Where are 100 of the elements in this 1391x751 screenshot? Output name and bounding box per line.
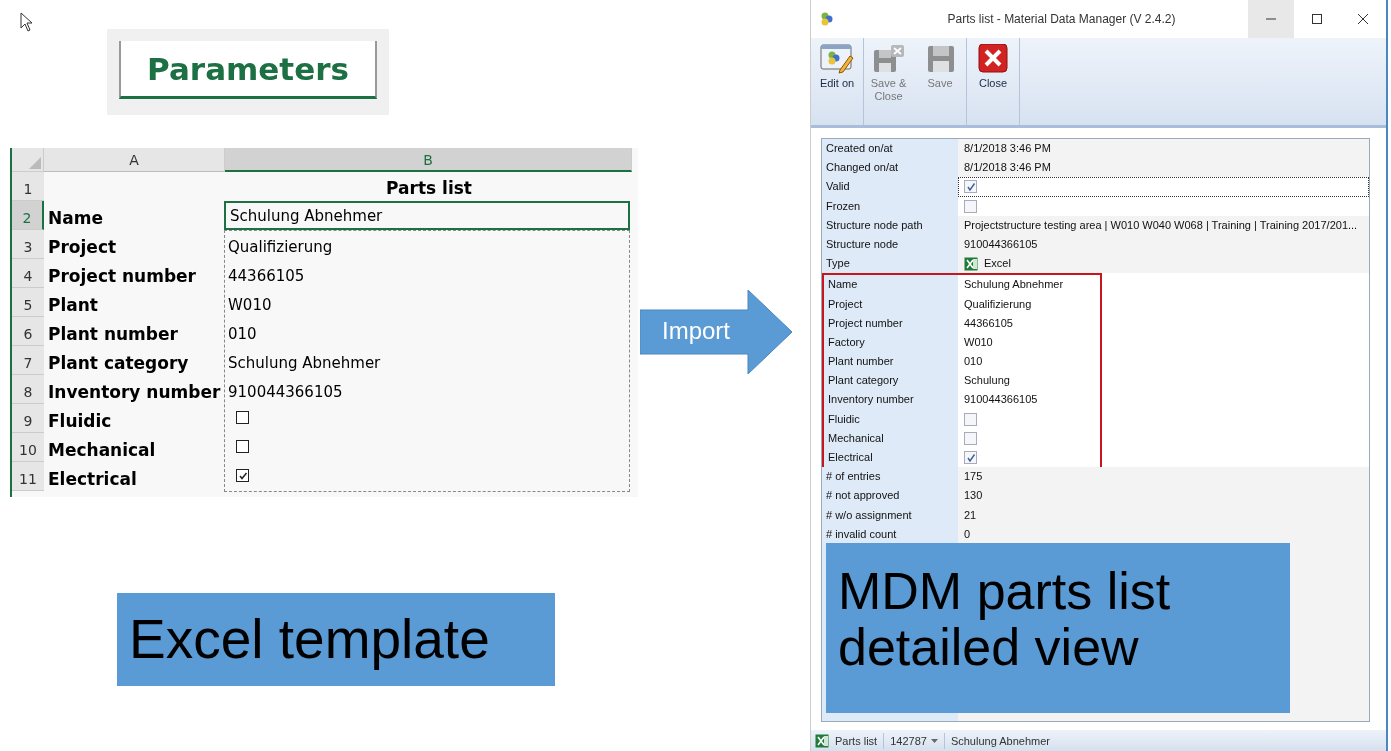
row-number[interactable]: 6 — [12, 317, 44, 346]
property-value: Qualifizierung — [964, 296, 1032, 312]
checkbox[interactable] — [964, 431, 977, 445]
cell-value: W010 — [228, 296, 272, 314]
caret-icon — [930, 738, 938, 743]
row-number[interactable]: 10 — [12, 433, 44, 462]
property-label: Plant category — [824, 371, 958, 391]
cell-value: Schulung Abnehmer — [228, 354, 381, 372]
property-value: 44366105 — [964, 315, 1013, 331]
checkbox[interactable] — [964, 180, 977, 194]
cell-label: Plant category — [48, 353, 189, 373]
property-label: # w/o assignment — [822, 505, 958, 525]
row-number[interactable]: 5 — [12, 288, 44, 317]
status-text: Schulung Abnehmer — [950, 734, 1050, 747]
cell-label: Plant — [48, 295, 98, 315]
column-header[interactable]: B — [225, 148, 632, 172]
property-value: Projectstructure testing area | W010 W040 W068 | Training | Training 2017/201... — [964, 217, 1358, 233]
cell-value: 910044366105 — [228, 383, 343, 401]
property-label: # of entries — [822, 467, 958, 487]
property-label: Type — [822, 254, 958, 274]
cell-label: Fluidic — [48, 411, 112, 431]
property-value: Schulung — [964, 373, 1010, 389]
import-arrow: Import — [640, 290, 792, 374]
property-label: Project — [824, 294, 958, 314]
property-label: Electrical — [824, 448, 958, 468]
property-label: Factory — [824, 332, 958, 353]
property-value: 910044366105 — [964, 392, 1038, 408]
caption-label: Excel template — [117, 593, 555, 686]
cell-label: Plant number — [48, 324, 178, 344]
column-header[interactable]: A — [44, 148, 225, 172]
property-label: Changed on/at — [822, 158, 958, 178]
property-label: Structure node path — [822, 215, 958, 235]
property-value: 910044366105 — [964, 236, 1038, 252]
cell-value: Qualifizierung — [228, 238, 333, 256]
save-close-icon — [871, 44, 906, 74]
property-label: # not approved — [822, 486, 958, 506]
property-label: Project number — [824, 313, 958, 333]
edit-window-icon — [820, 44, 854, 74]
toolbar-button[interactable]: Close — [967, 38, 1020, 125]
property-label: Name — [824, 275, 958, 295]
row-number[interactable]: 4 — [12, 259, 44, 288]
property-value: 8/1/2018 3:46 PM — [964, 160, 1051, 176]
checkbox[interactable] — [964, 451, 977, 465]
cell-label: Inventory number — [48, 382, 221, 402]
cell-label: Electrical — [48, 469, 137, 489]
property-value: 130 — [964, 488, 983, 504]
property-label: # invalid count — [822, 524, 958, 544]
property-value-cell[interactable] — [958, 177, 1369, 197]
property-value: 0 — [964, 526, 971, 542]
property-value: W010 — [964, 334, 993, 350]
property-label: Frozen — [822, 196, 958, 216]
property-label: Inventory number — [824, 390, 958, 410]
row-number[interactable]: 1 — [12, 172, 44, 201]
property-value: Schulung Abnehmer — [964, 277, 1064, 293]
property-label: Mechanical — [824, 428, 958, 448]
spreadsheet-file-icon — [815, 733, 829, 748]
property-value-cell[interactable]: 910044366105 — [958, 234, 1369, 255]
property-label: Valid — [822, 177, 958, 197]
property-value-cell[interactable]: 8/1/2018 3:46 PM — [958, 139, 1369, 159]
property-value: 21 — [964, 507, 977, 523]
cursor-icon — [20, 12, 34, 32]
row-number[interactable]: 9 — [12, 404, 44, 433]
property-label: Fluidic — [824, 409, 958, 429]
sheet-tab[interactable]: Parameters — [119, 41, 377, 99]
property-value: Excel — [984, 256, 1011, 272]
property-value-cell[interactable]: Projectstructure testing area | W010 W040 W068 | Training | Training 2017/201... — [958, 215, 1369, 235]
window-title: Parts list - Material Data Manager (V 2.4.2) — [946, 12, 1177, 26]
row-number[interactable]: 7 — [12, 346, 44, 375]
cell-label: Name — [48, 208, 103, 228]
cell-label: Mechanical — [48, 440, 156, 460]
maximize-icon — [1311, 13, 1323, 25]
cell-label: Project number — [48, 266, 196, 286]
sheet-title: Parts list — [386, 178, 472, 198]
row-number[interactable]: 3 — [12, 230, 44, 259]
status-text: Parts list — [835, 734, 878, 747]
property-value-cell[interactable]: Excel — [958, 254, 1369, 274]
property-label: Plant number — [824, 352, 958, 372]
spreadsheet-file-icon — [964, 256, 978, 271]
cell-value: 010 — [228, 325, 257, 343]
close-icon — [1357, 13, 1369, 25]
checkbox[interactable] — [236, 411, 249, 424]
property-value-cell[interactable]: 8/1/2018 3:46 PM — [958, 158, 1369, 178]
cell-value: 44366105 — [228, 267, 305, 285]
toolbar-button[interactable]: Edit on — [811, 38, 864, 125]
row-number[interactable]: 2 — [12, 201, 44, 230]
checkbox[interactable] — [236, 440, 249, 453]
row-number[interactable]: 8 — [12, 375, 44, 404]
row-number[interactable]: 11 — [12, 462, 44, 491]
property-label: Structure node — [822, 234, 958, 255]
property-value: 010 — [964, 354, 983, 370]
checkbox[interactable] — [964, 412, 977, 426]
checkbox[interactable] — [236, 469, 249, 482]
property-value: 175 — [964, 469, 983, 485]
checkbox[interactable] — [964, 199, 977, 213]
close-icon — [976, 44, 1010, 74]
property-label: Created on/at — [822, 139, 958, 159]
property-value: 8/1/2018 3:46 PM — [964, 141, 1051, 156]
cell-value: Schulung Abnehmer — [230, 207, 383, 225]
status-dropdown[interactable]: 142787 — [890, 734, 938, 747]
cell-label: Project — [48, 237, 117, 257]
